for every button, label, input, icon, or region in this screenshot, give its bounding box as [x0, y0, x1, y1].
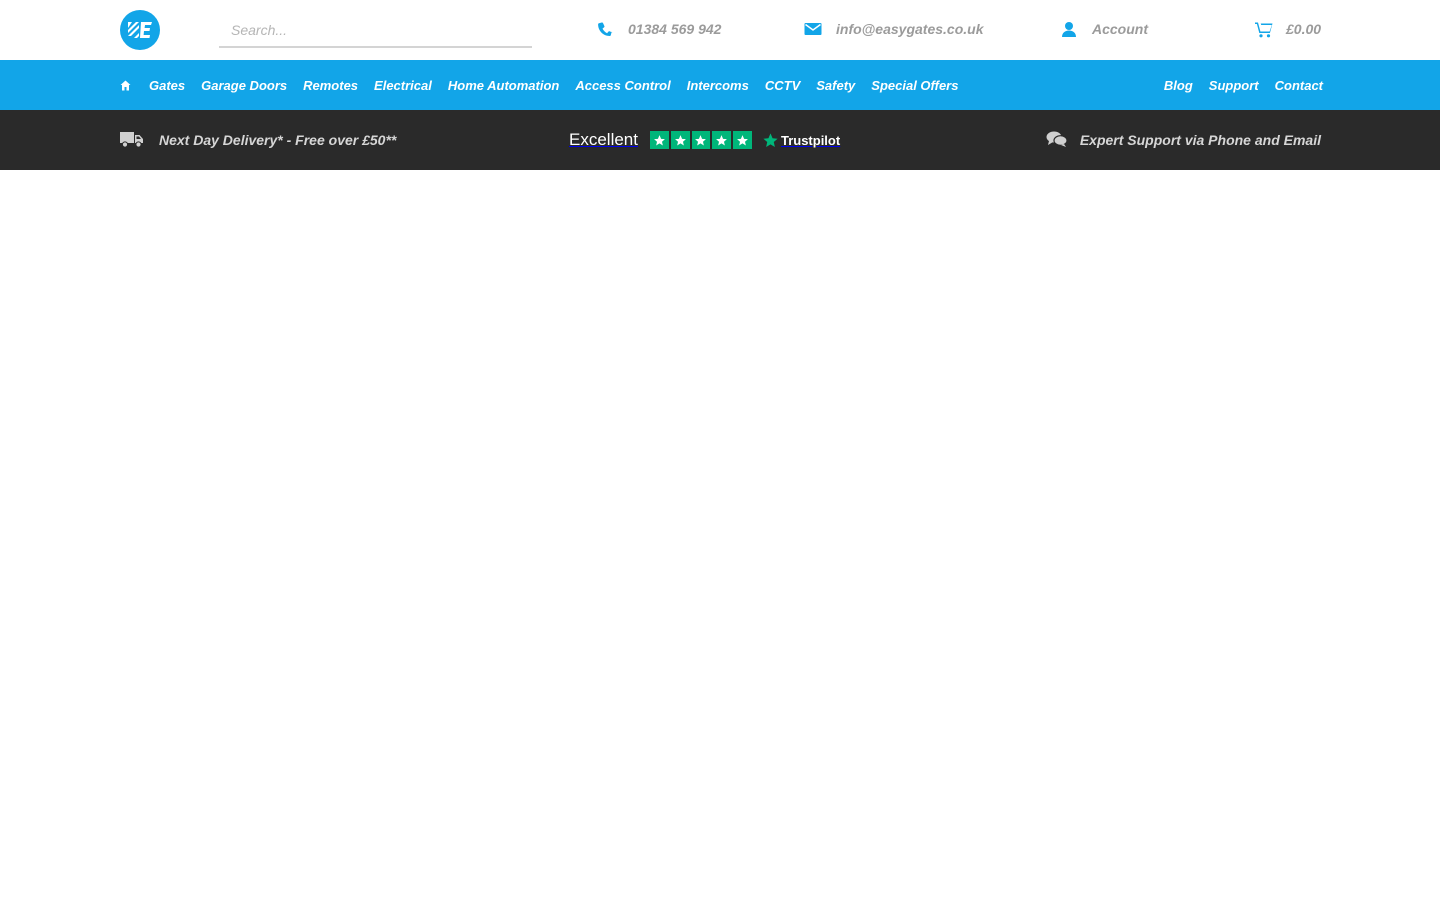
- trustpilot-stars: [649, 131, 752, 149]
- star-icon: [670, 131, 690, 149]
- support-usp: Expert Support via Phone and Email: [1046, 110, 1321, 170]
- usp-bar: Next Day Delivery* - Free over £50** Exc…: [0, 110, 1440, 170]
- star-icon: [691, 131, 711, 149]
- envelope-icon: [804, 20, 822, 38]
- site-header: 01384 569 942 info@easygates.co.uk Accou…: [0, 0, 1440, 60]
- phone-link[interactable]: 01384 569 942: [596, 18, 721, 40]
- nav-item-gates[interactable]: Gates: [149, 78, 185, 93]
- chat-icon: [1046, 130, 1068, 151]
- cart-link[interactable]: £0.00: [1255, 18, 1321, 40]
- star-icon: [712, 131, 732, 149]
- trustpilot-brand: Trustpilot: [780, 132, 841, 148]
- nav-secondary: Blog Support Contact: [1148, 60, 1323, 110]
- cart-icon: [1255, 20, 1273, 38]
- truck-icon: [120, 130, 144, 151]
- nav-item-remotes[interactable]: Remotes: [303, 78, 358, 93]
- email-link[interactable]: info@easygates.co.uk: [804, 18, 983, 40]
- nav-item-contact[interactable]: Contact: [1275, 78, 1323, 93]
- delivery-text: Next Day Delivery* - Free over £50**: [159, 132, 397, 148]
- nav-item-blog[interactable]: Blog: [1164, 78, 1193, 93]
- nav-item-special-offers[interactable]: Special Offers: [871, 78, 958, 93]
- account-link[interactable]: Account: [1060, 18, 1148, 40]
- nav-item-safety[interactable]: Safety: [816, 78, 855, 93]
- star-icon: [733, 131, 752, 149]
- nav-item-access-control[interactable]: Access Control: [575, 78, 670, 93]
- nav-item-garage-doors[interactable]: Garage Doors: [201, 78, 287, 93]
- support-text: Expert Support via Phone and Email: [1079, 132, 1321, 148]
- logo-icon[interactable]: [120, 10, 160, 50]
- search-input[interactable]: [219, 14, 532, 48]
- email-address: info@easygates.co.uk: [836, 21, 984, 37]
- cart-total: £0.00: [1286, 21, 1322, 37]
- nav-item-home-automation[interactable]: Home Automation: [448, 78, 559, 93]
- star-icon: [649, 131, 669, 149]
- account-label: Account: [1092, 21, 1148, 37]
- home-icon[interactable]: [120, 79, 132, 91]
- trustpilot-star-icon: [763, 132, 778, 147]
- user-icon: [1060, 20, 1078, 38]
- trustpilot-logo: Trustpilot: [762, 132, 840, 149]
- page-content: [0, 170, 1440, 900]
- nav-item-cctv[interactable]: CCTV: [765, 78, 800, 93]
- main-nav: Gates Garage Doors Remotes Electrical Ho…: [0, 60, 1440, 110]
- trustpilot-widget[interactable]: Excellent Trustpilot: [569, 110, 840, 170]
- nav-item-electrical[interactable]: Electrical: [374, 78, 432, 93]
- nav-categories: Gates Garage Doors Remotes Electrical Ho…: [120, 60, 974, 110]
- phone-number: 01384 569 942: [628, 21, 722, 37]
- nav-item-intercoms[interactable]: Intercoms: [687, 78, 749, 93]
- trustpilot-rating: Excellent: [569, 130, 638, 149]
- delivery-usp: Next Day Delivery* - Free over £50**: [120, 110, 396, 170]
- phone-icon: [596, 20, 614, 38]
- nav-item-support[interactable]: Support: [1209, 78, 1259, 93]
